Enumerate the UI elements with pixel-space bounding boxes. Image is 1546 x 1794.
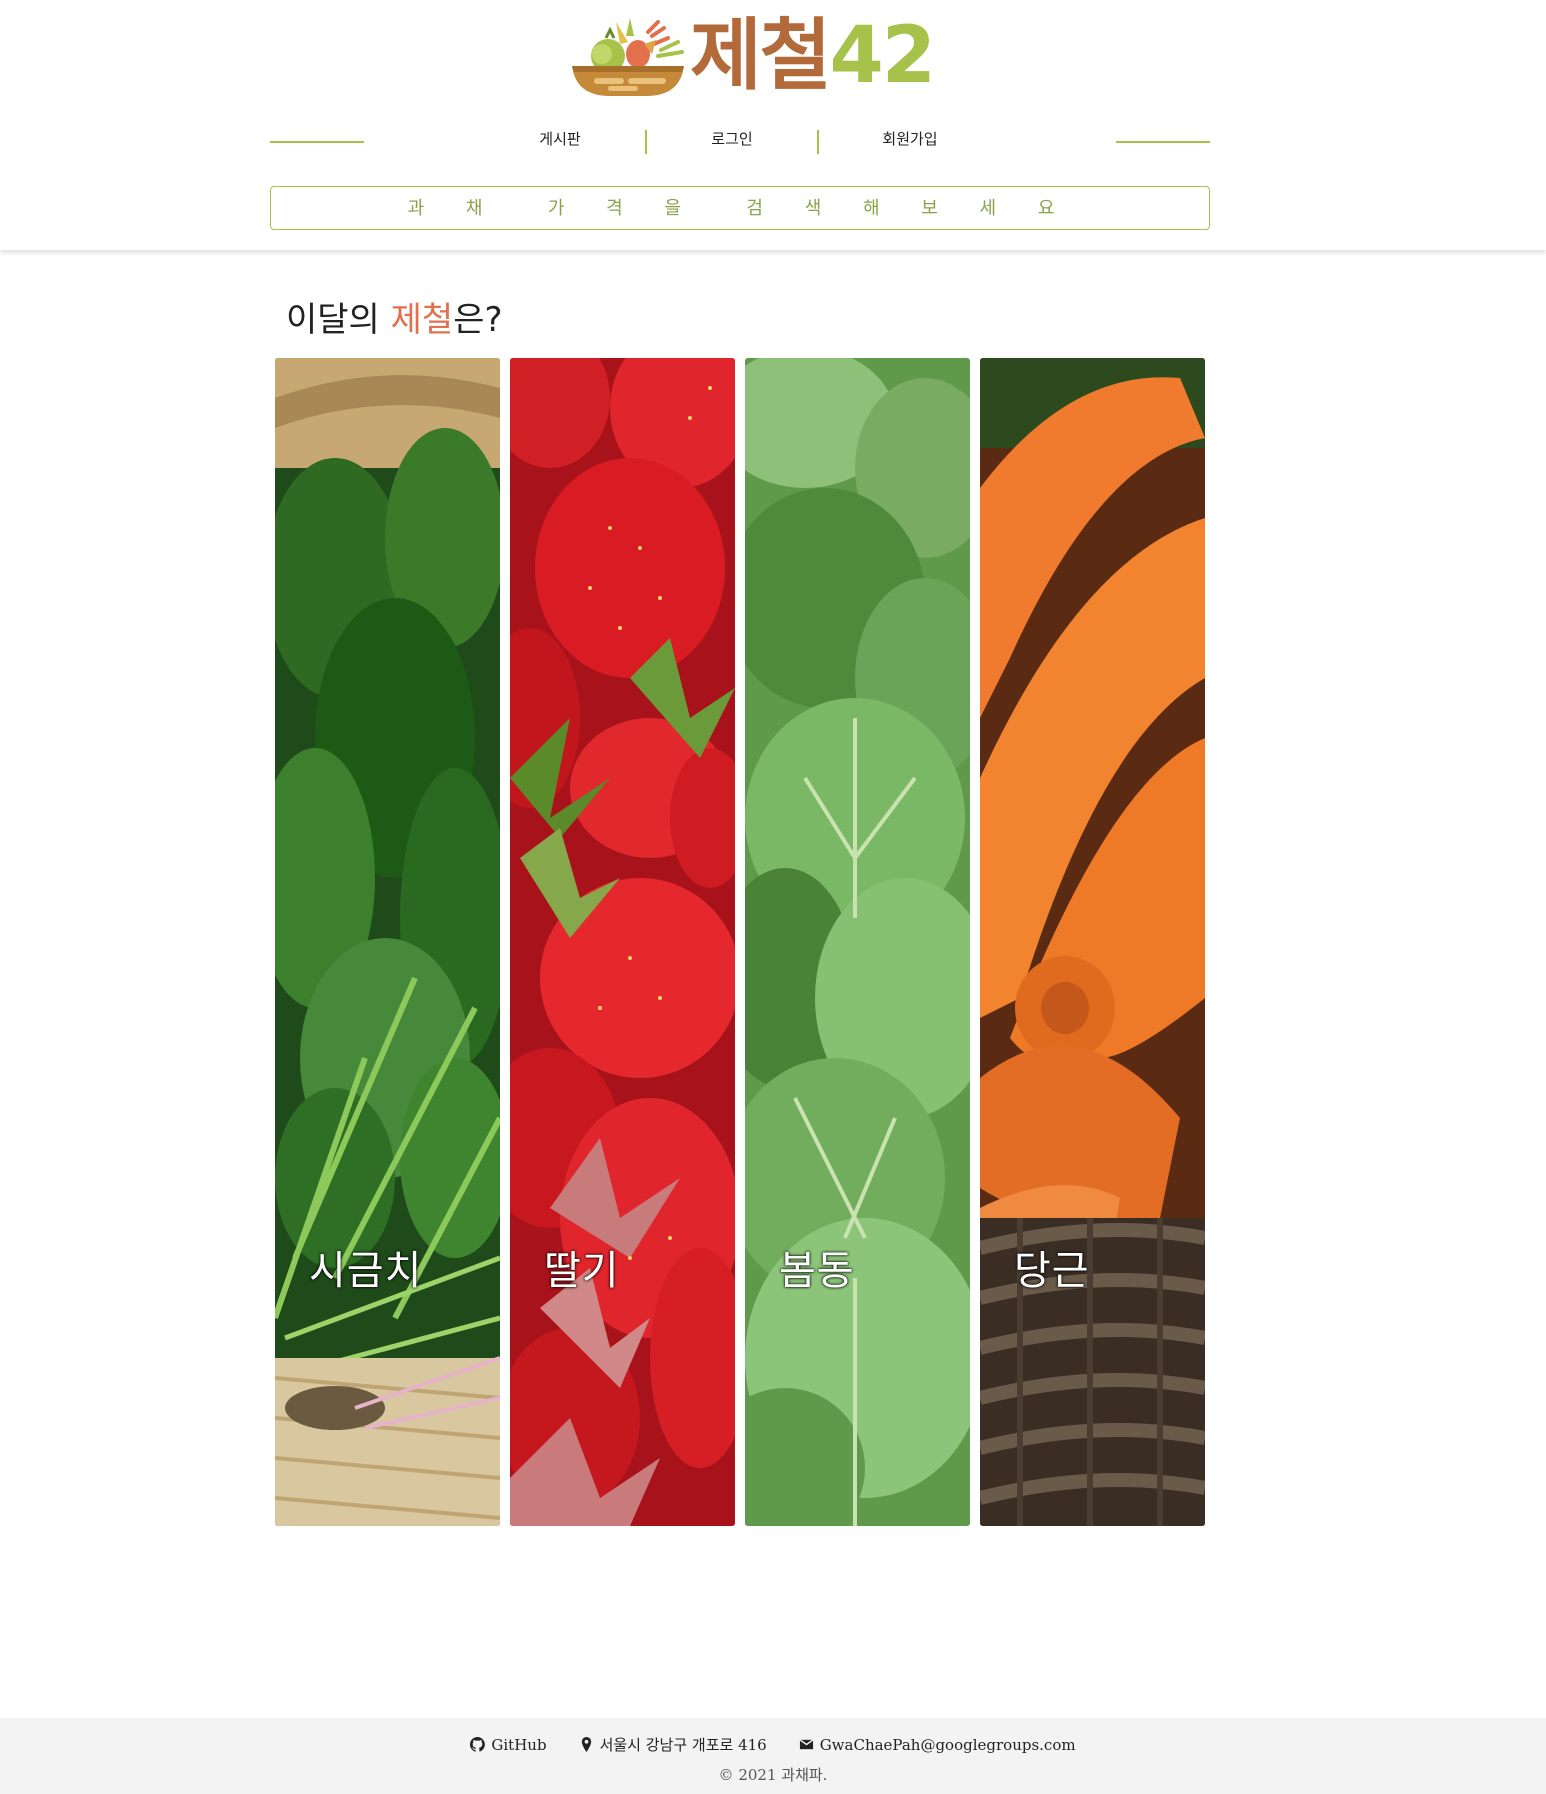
produce-card-strawberry[interactable]: 딸기 bbox=[510, 358, 735, 1526]
nav-item-board[interactable]: 게시판 bbox=[500, 128, 620, 149]
site-footer: GitHub 서울시 강남구 개포로 416 GwaChaePah@google… bbox=[0, 1718, 1546, 1794]
spinach-image bbox=[275, 358, 500, 1526]
spring-cabbage-image bbox=[745, 358, 970, 1526]
site-logo[interactable]: 제철42 bbox=[566, 11, 937, 101]
main-nav: 게시판 로그인 회원가입 bbox=[270, 120, 1210, 160]
produce-label: 시금치 bbox=[309, 1248, 423, 1294]
produce-card-carrot[interactable]: 당근 bbox=[980, 358, 1205, 1526]
title-highlight: 제철 bbox=[390, 300, 454, 340]
produce-label: 딸기 bbox=[544, 1248, 620, 1294]
logo-text-number: 42 bbox=[829, 11, 937, 101]
logo-wordmark: 제철42 bbox=[690, 11, 937, 101]
produce-card-spring-cabbage[interactable]: 봄동 bbox=[745, 358, 970, 1526]
nav-item-login[interactable]: 로그인 bbox=[672, 128, 792, 149]
github-label: GitHub bbox=[491, 1735, 547, 1754]
carrot-image bbox=[980, 358, 1205, 1526]
strawberry-image bbox=[510, 358, 735, 1526]
footer-address: 서울시 강남구 개포로 416 bbox=[579, 1734, 767, 1755]
location-pin-icon bbox=[581, 1737, 591, 1752]
logo-text-korean: 제철 bbox=[690, 11, 832, 101]
produce-card-spinach[interactable]: 시금치 bbox=[275, 358, 500, 1526]
basket-logo-icon bbox=[572, 18, 684, 96]
footer-email-link[interactable]: GwaChaePah@googlegroups.com bbox=[799, 1734, 1076, 1755]
produce-label: 당근 bbox=[1014, 1248, 1090, 1294]
copyright-text: 2021 과채파. bbox=[738, 1766, 828, 1784]
page-title: 이달의 제철은? bbox=[286, 292, 503, 341]
copyright-icon: © bbox=[718, 1766, 734, 1784]
seasonal-produce-list: 시금치 딸기 봄동 당근 bbox=[275, 358, 1205, 1526]
nav-separator bbox=[645, 130, 647, 154]
title-prefix: 이달의 bbox=[286, 300, 391, 340]
email-label: GwaChaePah@googlegroups.com bbox=[819, 1735, 1076, 1754]
nav-separator bbox=[817, 130, 819, 154]
produce-label: 봄동 bbox=[779, 1248, 855, 1294]
site-header: 제철42 게시판 로그인 회원가입 bbox=[0, 0, 1546, 250]
nav-item-signup[interactable]: 회원가입 bbox=[850, 128, 970, 149]
footer-links: GitHub 서울시 강남구 개포로 416 GwaChaePah@google… bbox=[0, 1734, 1546, 1755]
address-label: 서울시 강남구 개포로 416 bbox=[599, 1736, 767, 1754]
nav-divider-right bbox=[1116, 141, 1210, 143]
github-icon bbox=[470, 1737, 486, 1752]
mail-icon bbox=[799, 1739, 814, 1750]
footer-github-link[interactable]: GitHub bbox=[470, 1734, 547, 1755]
nav-divider-left bbox=[270, 141, 364, 143]
title-suffix: 은? bbox=[453, 300, 503, 340]
footer-copyright: © 2021 과채파. bbox=[0, 1764, 1546, 1785]
search-input[interactable] bbox=[270, 186, 1210, 230]
